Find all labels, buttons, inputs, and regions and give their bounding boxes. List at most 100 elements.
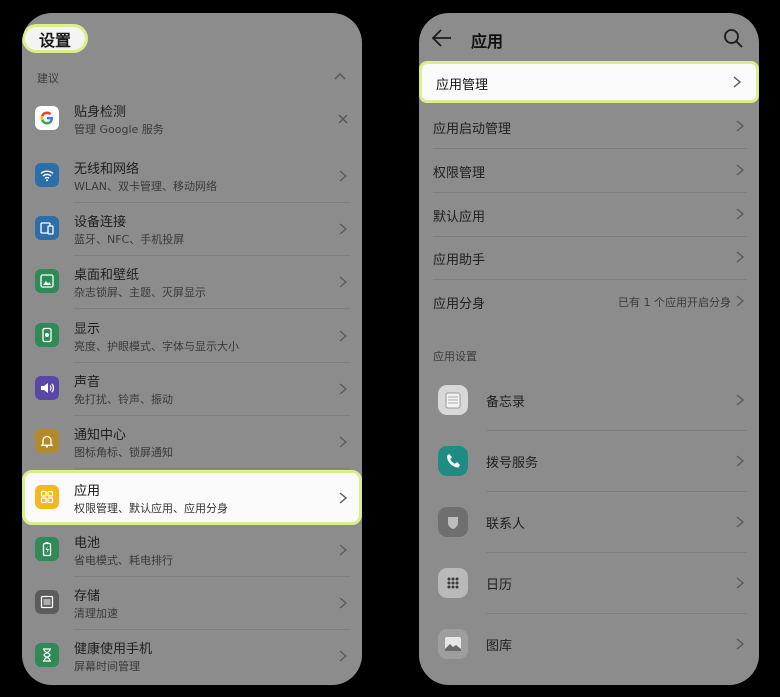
search-icon[interactable] [723,28,743,48]
apps-menu-item[interactable]: 应用启动管理 [419,105,759,149]
settings-item-wifi[interactable]: 无线和网络 WLAN、双卡管理、移动网络 [22,150,362,203]
phone-icon [438,446,468,476]
chevron-right-icon [736,394,745,406]
page-title: 应用 [471,32,504,51]
app-settings-item[interactable]: 拨号服务 [419,431,759,492]
app-name: 备忘录 [486,395,526,410]
settings-item-title: 显示 [74,322,101,337]
app-settings-item[interactable]: 图库 [419,614,759,675]
calendar-icon [438,568,468,598]
settings-item-title: 桌面和壁纸 [74,268,140,283]
settings-item-sound[interactable]: 声音免打扰、铃声、振动 [22,363,362,416]
chevron-up-icon[interactable] [334,71,346,83]
settings-item-device-connect[interactable]: 设备连接蓝牙、NFC、手机投屏 [22,203,362,256]
chevron-right-icon [339,492,348,504]
app-settings-item[interactable]: 备忘录 [419,370,759,431]
chevron-right-icon [339,276,348,288]
app-name: 联系人 [486,517,526,532]
chevron-right-icon [736,295,745,307]
settings-screen: 设置 建议 贴身检测 管理 Google 服务 无线和网络 WLAN、双卡管理、移… [22,13,362,685]
apps-menu-item[interactable]: 默认应用 [419,193,759,237]
apps-screen: 应用 应用管理应用启动管理 权限管理默认应用应用助手应用分身 已有 1 个应用开启分… [419,13,759,685]
settings-item-subtitle: 图标角标、锁屏通知 [74,446,173,459]
apps-menu-item[interactable]: 应用分身 已有 1 个应用开启分身 [419,280,759,324]
back-arrow-icon[interactable] [432,29,452,47]
settings-item-subtitle: 亮度、护眼模式、字体与显示大小 [74,340,239,353]
settings-item-title: 声音 [74,375,101,390]
settings-item-title: 设备连接 [74,215,127,230]
chevron-right-icon [736,577,745,589]
chevron-right-icon [339,383,348,395]
device-connect-icon [35,216,59,240]
chevron-right-icon [736,120,745,132]
chevron-right-icon [339,597,348,609]
suggestion-subtitle: 管理 Google 服务 [74,123,164,136]
settings-item-subtitle: 权限管理、默认应用、应用分身 [74,502,228,515]
settings-item-subtitle: WLAN、双卡管理、移动网络 [74,180,218,193]
chevron-right-icon [736,455,745,467]
app-name: 图库 [486,639,513,654]
app-settings-section-label: 应用设置 [433,350,477,363]
chevron-right-icon [339,170,348,182]
contacts-icon [438,507,468,537]
bell-icon [35,429,59,453]
settings-item-title: 通知中心 [74,428,127,443]
wallpaper-icon [35,269,59,293]
apps-menu-item[interactable]: 应用管理 [419,61,759,103]
wifi-icon [35,163,59,187]
page-title: 设置 [22,24,88,53]
storage-icon [35,590,59,614]
settings-item-subtitle: 省电模式、耗电排行 [74,554,173,567]
divider [74,308,350,309]
chevron-right-icon [339,330,348,342]
settings-item-battery[interactable]: 电池省电模式、耗电排行 [22,524,362,577]
apps-menu-item[interactable]: 权限管理 [419,149,759,193]
settings-item-wallpaper[interactable]: 桌面和壁纸杂志锁屏、主题、灭屏显示 [22,256,362,309]
suggestion-title: 贴身检测 [74,105,127,120]
app-settings-item[interactable]: 联系人 [419,492,759,553]
settings-item-title: 健康使用手机 [74,642,153,657]
app-name: 日历 [486,578,513,593]
menu-item-label: 默认应用 [433,210,486,225]
chevron-right-icon [736,638,745,650]
sound-icon [35,376,59,400]
chevron-right-icon [736,251,745,263]
settings-item-apps-grid[interactable]: 应用权限管理、默认应用、应用分身 [22,470,362,525]
suggestion-google-check[interactable]: 贴身检测 管理 Google 服务 [22,93,362,146]
settings-item-storage[interactable]: 存储 清理加速 [22,577,362,630]
settings-item-subtitle: 杂志锁屏、主题、灭屏显示 [74,286,206,299]
settings-item-subtitle: 屏幕时间管理 [74,660,140,673]
chevron-right-icon [339,223,348,235]
display-icon [35,323,59,347]
divider [74,468,350,469]
notes-icon [438,385,468,415]
chevron-right-icon [339,544,348,556]
menu-item-label: 应用启动管理 [433,122,512,137]
chevron-right-icon [339,650,348,662]
settings-item-subtitle: 清理加速 [74,607,118,620]
apps-menu-item[interactable]: 应用助手 [419,236,759,280]
battery-icon [35,537,59,561]
menu-item-value: 已有 1 个应用开启分身 [618,296,731,309]
chevron-right-icon [339,436,348,448]
gallery-icon [438,629,468,659]
menu-item-label: 应用分身 [433,297,486,312]
settings-item-title: 无线和网络 [74,162,140,177]
chevron-right-icon [736,516,745,528]
settings-item-subtitle: 免打扰、铃声、振动 [74,393,173,406]
chevron-right-icon [733,76,742,88]
apps-grid-icon [35,485,59,509]
app-name: 拨号服务 [486,456,539,471]
menu-item-label: 权限管理 [433,166,486,181]
close-icon[interactable] [338,114,348,124]
settings-item-display[interactable]: 显示亮度、护眼模式、字体与显示大小 [22,310,362,363]
settings-item-bell[interactable]: 通知中心图标角标、锁屏通知 [22,416,362,469]
chevron-right-icon [736,208,745,220]
menu-item-label: 应用管理 [436,78,489,93]
app-settings-item[interactable]: 日历 [419,553,759,614]
settings-item-subtitle: 蓝牙、NFC、手机投屏 [74,233,185,246]
chevron-right-icon [736,164,745,176]
settings-item-title: 电池 [74,536,101,551]
settings-item-title: 应用 [74,484,101,499]
settings-item-hourglass[interactable]: 健康使用手机 屏幕时间管理 [22,630,362,683]
